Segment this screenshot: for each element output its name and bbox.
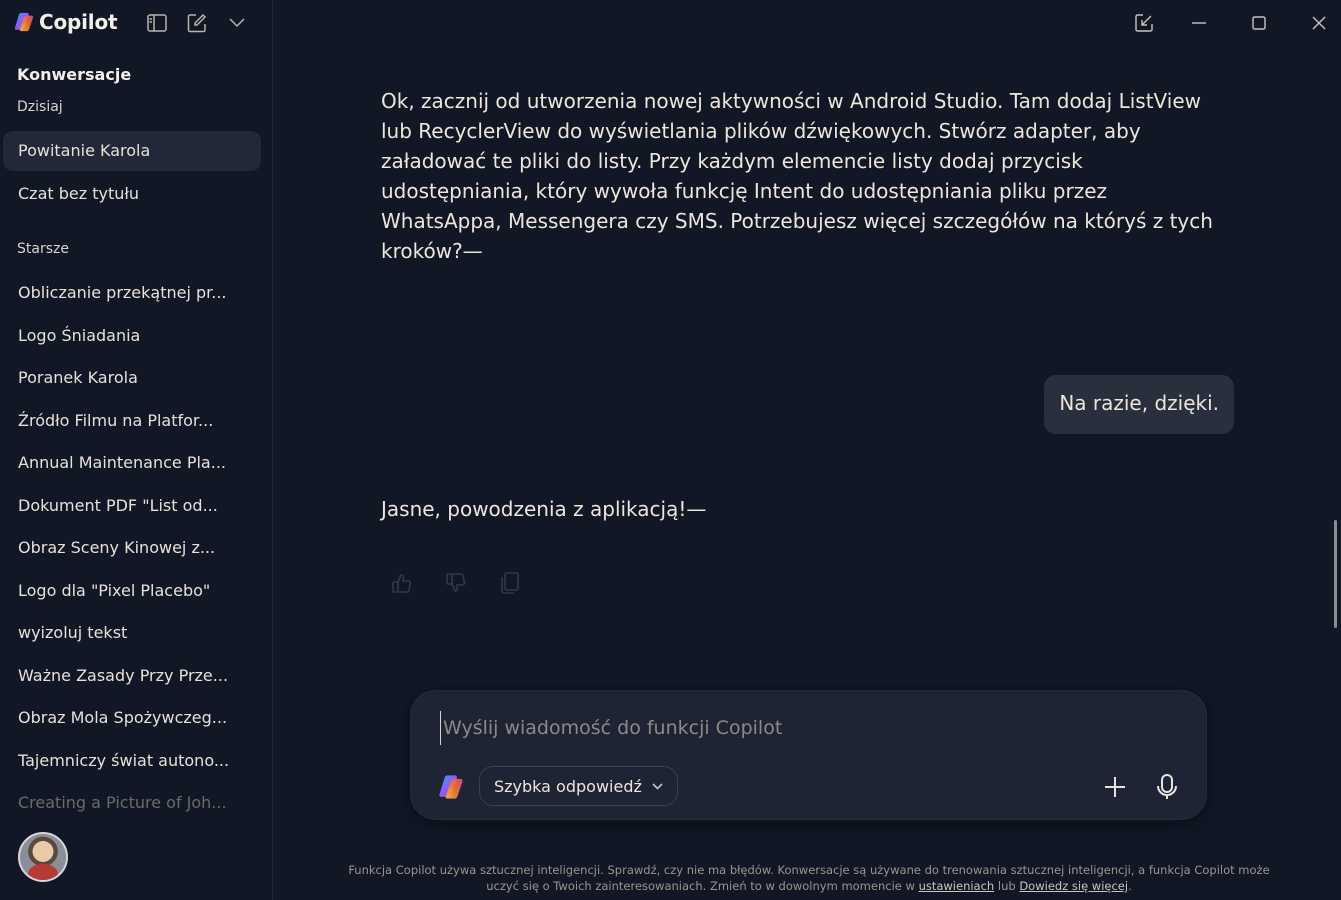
scrollbar[interactable] — [1334, 520, 1337, 628]
microphone-button[interactable] — [1153, 771, 1181, 803]
copy-icon[interactable] — [498, 570, 522, 596]
settings-link[interactable]: ustawieniach — [919, 879, 995, 893]
older-label: Starsze — [17, 241, 69, 257]
avatar[interactable] — [18, 832, 68, 882]
conversation-item[interactable]: Dokument PDF "List od... — [3, 485, 261, 528]
thumbs-up-icon[interactable] — [390, 570, 414, 596]
popout-icon[interactable] — [1131, 10, 1157, 36]
chat-main: Ok, zacznij od utworzenia nowej aktywnoś… — [274, 0, 1341, 900]
disclaimer-connector: lub — [997, 879, 1016, 893]
message-actions — [390, 570, 522, 596]
copilot-window: Copilot Konwersacje Dzisiaj Powitanie Ka… — [0, 0, 1341, 900]
sidebar: Copilot Konwersacje Dzisiaj Powitanie Ka… — [0, 0, 273, 900]
chevron-down-icon[interactable] — [226, 12, 248, 34]
assistant-message: Ok, zacznij od utworzenia nowej aktywnoś… — [381, 89, 1213, 263]
avatar-figure — [28, 864, 58, 880]
conversation-item[interactable]: Poranek Karola — [3, 357, 261, 400]
composer: Szybka odpowiedź — [410, 690, 1207, 820]
chevron-down-icon — [652, 782, 663, 790]
disclaimer-end: . — [1128, 879, 1132, 893]
close-icon[interactable] — [1306, 10, 1332, 36]
older-conversation-list: Obliczanie przekątnej pr... Logo Śniadan… — [3, 272, 261, 825]
microphone-icon — [1157, 774, 1177, 799]
conversation-item-active[interactable]: Powitanie Karola — [3, 131, 261, 171]
conversation-item[interactable]: Czat bez tytułu — [3, 174, 261, 214]
conversation-item[interactable]: Obraz Mola Spożywczeg... — [3, 697, 261, 740]
learn-more-link[interactable]: Dowiedz się więcej — [1019, 879, 1128, 893]
conversation-item[interactable]: Źródło Filmu na Platfor... — [3, 400, 261, 443]
message-input[interactable] — [440, 711, 1140, 745]
conversations-heading: Konwersacje — [17, 65, 132, 84]
assistant-message: Jasne, powodzenia z aplikacją!— — [381, 497, 707, 521]
today-label: Dzisiaj — [17, 99, 63, 115]
brand: Copilot — [13, 10, 118, 34]
maximize-icon[interactable] — [1246, 10, 1272, 36]
user-message-bubble: Na razie, dzięki. — [1044, 375, 1234, 434]
copilot-logo-icon — [439, 775, 463, 799]
conversation-item[interactable]: Obliczanie przekątnej pr... — [3, 272, 261, 315]
conversation-item[interactable]: wyizoluj tekst — [3, 612, 261, 655]
copilot-logo-icon — [14, 12, 34, 32]
today-conversation-list: Powitanie Karola Czat bez tytułu — [3, 131, 261, 214]
conversation-item[interactable]: Logo dla "Pixel Placebo" — [3, 570, 261, 613]
response-mode-label: Szybka odpowiedź — [494, 776, 642, 796]
ai-disclaimer: Funkcja Copilot używa sztucznej intelige… — [334, 862, 1284, 894]
conversation-item[interactable]: Tajemniczy świat autono... — [3, 740, 261, 783]
conversation-item[interactable]: Obraz Sceny Kinowej z... — [3, 527, 261, 570]
add-attachment-button[interactable] — [1101, 773, 1129, 801]
conversation-item[interactable]: Creating a Picture of Joh... — [3, 782, 261, 825]
minimize-icon[interactable] — [1186, 10, 1212, 36]
app-title: Copilot — [39, 10, 118, 34]
plus-icon — [1105, 777, 1125, 797]
thumbs-down-icon[interactable] — [444, 570, 468, 596]
conversation-item[interactable]: Annual Maintenance Pla... — [3, 442, 261, 485]
response-mode-select[interactable]: Szybka odpowiedź — [479, 766, 678, 806]
conversation-item[interactable]: Ważne Zasady Przy Prze... — [3, 655, 261, 698]
sidebar-toggle-icon[interactable] — [146, 12, 168, 34]
conversation-item[interactable]: Logo Śniadania — [3, 315, 261, 358]
new-chat-icon[interactable] — [186, 12, 208, 34]
